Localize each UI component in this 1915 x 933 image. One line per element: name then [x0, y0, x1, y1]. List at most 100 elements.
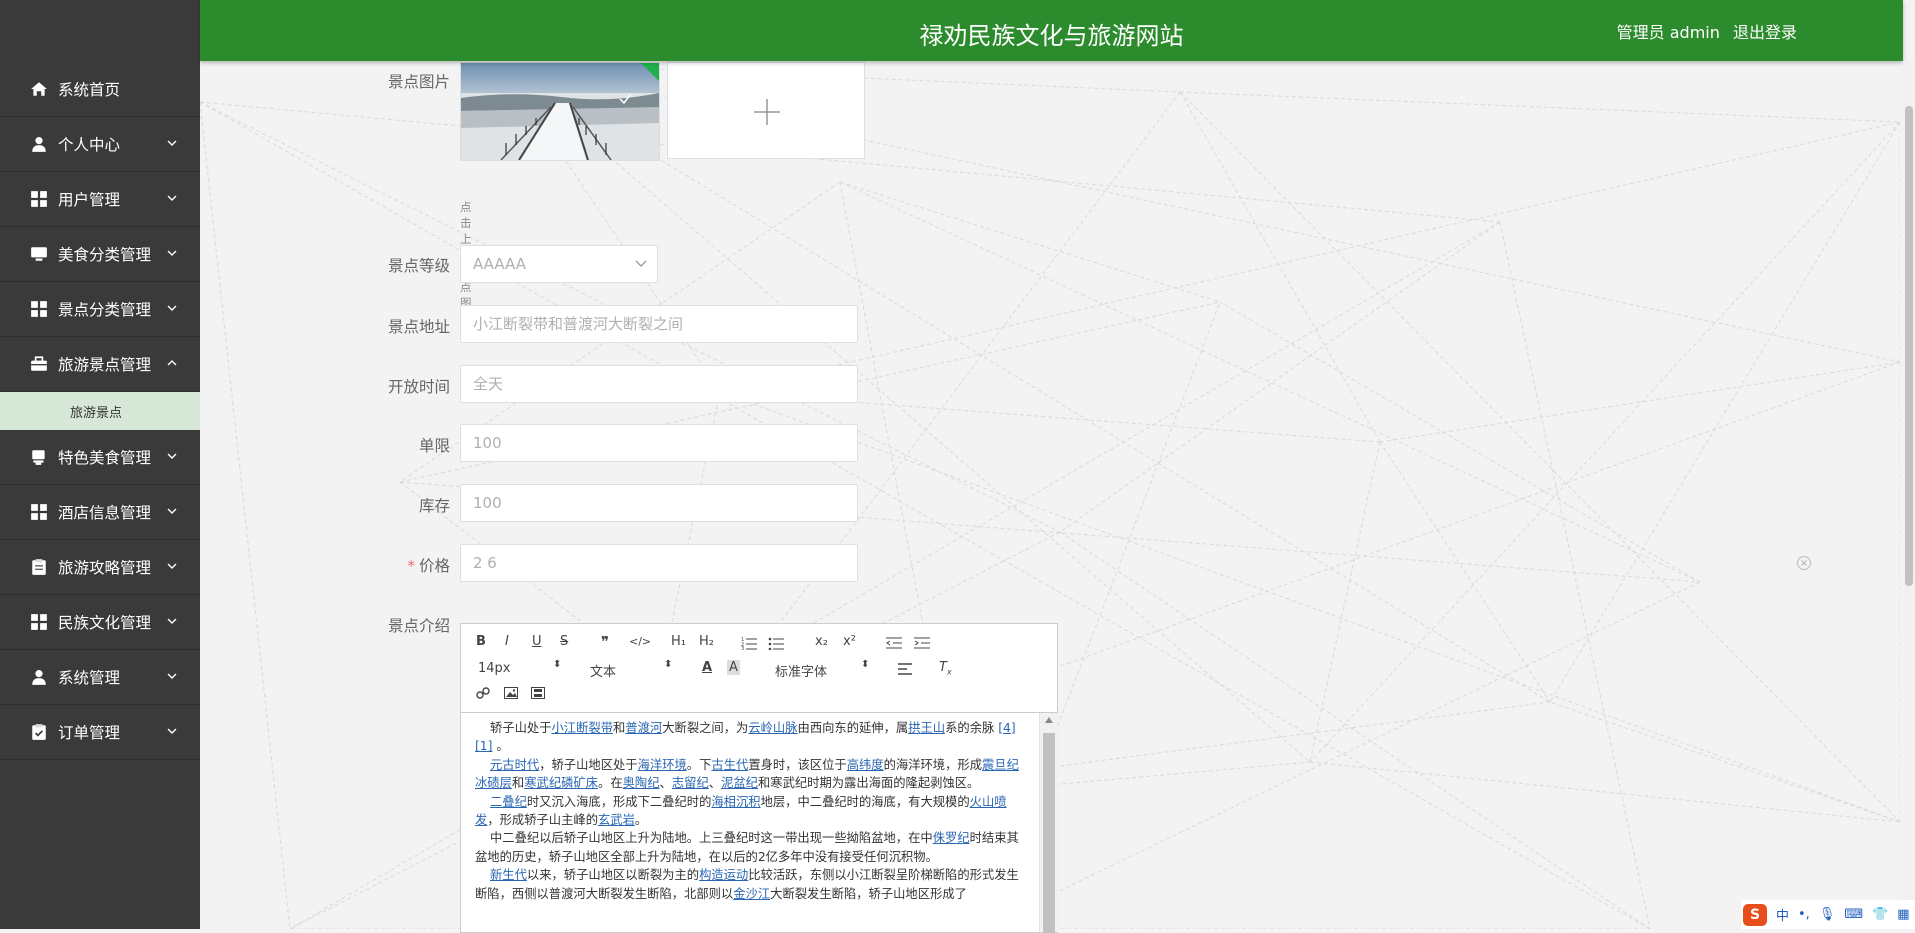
ime-language[interactable]: 中 [1776, 905, 1789, 924]
superscript-button[interactable]: x² [843, 634, 856, 649]
sogou-logo-icon[interactable]: S [1743, 903, 1767, 926]
microphone-icon[interactable]: 🎙 [1819, 907, 1836, 922]
editor-link[interactable]: 云岭山脉 [748, 721, 797, 735]
editor-link[interactable]: 普渡河 [625, 721, 662, 735]
sidebar-item-4[interactable]: 景点分类管理 [0, 282, 200, 337]
sidebar-item-label: 用户管理 [58, 191, 121, 209]
cup-icon [32, 450, 45, 465]
editor-paragraph: 轿子山处于小江断裂带和普渡河大断裂之间，为云岭山脉由西向东的延伸，属拱王山系的余… [475, 719, 1025, 756]
editor-link[interactable]: 高纬度 [847, 758, 884, 772]
limit-input[interactable]: 100 [460, 424, 858, 462]
editor-scroll-thumb[interactable] [1043, 733, 1055, 933]
editor-link[interactable]: 玄武岩 [598, 813, 635, 827]
plus-icon [754, 99, 780, 125]
outdent-icon[interactable] [886, 636, 902, 650]
stock-input[interactable]: 100 [460, 484, 858, 522]
sidebar-item-7[interactable]: 酒店信息管理 [0, 485, 200, 540]
sidebar-item-label: 系统首页 [58, 81, 121, 99]
page-scrollbar[interactable] [1903, 61, 1915, 929]
font-size-select[interactable]: 14px [478, 661, 511, 676]
level-select[interactable]: AAAAA [460, 245, 658, 283]
background-line [839, 181, 1221, 303]
editor-link[interactable]: 构造运动 [699, 868, 748, 882]
editor-link[interactable]: 寒武纪磷矿床 [524, 776, 598, 790]
sidebar-item-3[interactable]: 美食分类管理 [0, 227, 200, 282]
open-time-input[interactable]: 全天 [460, 365, 858, 403]
block-format-select[interactable]: 文本 [590, 661, 616, 680]
clear-format-icon[interactable]: Tx [939, 660, 952, 677]
image-icon[interactable] [504, 687, 518, 699]
bullet-list-icon[interactable] [768, 636, 784, 650]
editor-link[interactable]: 古生代 [711, 758, 748, 772]
editor-toolbar: B I U S ❞ </> H₁ H₂ 123 x₂ x² 14px ⬍ 文本 … [461, 624, 1057, 713]
editor-content[interactable]: 轿子山处于小江断裂带和普渡河大断裂之间，为云岭山脉由西向东的延伸，属拱王山系的余… [461, 713, 1039, 933]
indent-icon[interactable] [914, 636, 930, 650]
sidebar-item-label: 景点分类管理 [58, 301, 152, 319]
grid-icon [31, 614, 47, 630]
code-button[interactable]: </> [629, 635, 651, 648]
editor-link[interactable]: 拱王山 [908, 721, 945, 735]
quote-button[interactable]: ❞ [601, 633, 609, 651]
background-line [979, 581, 1701, 929]
h1-button[interactable]: H₁ [671, 634, 686, 649]
sidebar-item-8[interactable]: 旅游攻略管理 [0, 540, 200, 595]
editor-link[interactable]: 泥盆纪 [721, 776, 758, 790]
editor-link[interactable]: 二叠纪 [490, 795, 527, 809]
uploaded-image-thumbnail[interactable] [460, 62, 660, 161]
video-icon[interactable] [531, 687, 545, 699]
page-scroll-thumb[interactable] [1905, 106, 1913, 586]
admin-user-label: 管理员 admin [1616, 23, 1720, 42]
editor-link[interactable]: 侏罗纪 [933, 831, 970, 845]
italic-button[interactable]: I [505, 634, 509, 649]
editor-scrollbar[interactable] [1039, 713, 1058, 933]
font-color-icon[interactable]: A [702, 660, 712, 675]
ordered-list-icon[interactable]: 123 [741, 636, 757, 650]
sidebar-item-9[interactable]: 民族文化管理 [0, 595, 200, 650]
h2-button[interactable]: H₂ [699, 634, 714, 649]
sidebar-item-10[interactable]: 系统管理 [0, 650, 200, 705]
submenu-item-attractions[interactable]: 旅游景点 [0, 392, 200, 430]
logout-link[interactable]: 退出登录 [1733, 23, 1797, 42]
editor-link[interactable]: 小江断裂带 [552, 721, 614, 735]
snowy-boardwalk-image [461, 63, 659, 160]
keyboard-icon[interactable]: ⌨ [1844, 907, 1863, 922]
subscript-button[interactable]: x₂ [815, 634, 828, 649]
editor-link[interactable]: 海相沉积 [711, 795, 760, 809]
editor-link[interactable]: 志留纪 [672, 776, 709, 790]
editor-link[interactable]: 新生代 [490, 868, 527, 882]
intro-label: 景点介绍 [387, 617, 450, 635]
toolbox-icon[interactable]: ▦ [1897, 907, 1909, 922]
chevron-down-icon [167, 250, 177, 256]
punctuation-icon[interactable]: •, [1798, 907, 1810, 922]
strike-button[interactable]: S [560, 634, 568, 649]
address-input[interactable]: 小江断裂带和普渡河大断裂之间 [460, 305, 858, 343]
editor-link[interactable]: [4] [998, 721, 1015, 735]
chevron-up-icon [167, 360, 177, 366]
sidebar-item-0[interactable]: 系统首页 [0, 62, 200, 117]
background-color-icon[interactable]: A [727, 660, 740, 675]
editor-text: 。 [492, 739, 509, 754]
editor-link[interactable]: 海洋环境 [638, 758, 687, 772]
font-family-select[interactable]: 标准字体 [775, 661, 827, 680]
image-upload-box[interactable] [667, 62, 865, 159]
sidebar-item-1[interactable]: 个人中心 [0, 117, 200, 172]
editor-link[interactable]: 奥陶纪 [623, 776, 660, 790]
open-time-label: 开放时间 [387, 378, 450, 396]
bold-button[interactable]: B [476, 634, 486, 649]
level-select-value: AAAAA [473, 255, 526, 273]
price-input[interactable]: 2 6 [460, 544, 858, 582]
editor-link[interactable]: 元古时代 [490, 758, 539, 772]
close-circle-icon[interactable]: × [1797, 556, 1811, 570]
skin-icon[interactable]: 👕 [1872, 907, 1888, 922]
editor-link[interactable]: [1] [475, 739, 492, 753]
sidebar-item-6[interactable]: 特色美食管理 [0, 430, 200, 485]
underline-button[interactable]: U [532, 634, 542, 649]
sidebar-item-5[interactable]: 旅游景点管理 [0, 337, 200, 392]
editor-link[interactable]: 金沙江 [733, 887, 770, 901]
scroll-up-icon[interactable] [1045, 717, 1053, 723]
sidebar-item-2[interactable]: 用户管理 [0, 172, 200, 227]
link-icon[interactable] [476, 686, 490, 700]
sidebar-item-11[interactable]: 订单管理 [0, 705, 200, 760]
align-icon[interactable] [898, 663, 912, 675]
background-line [839, 181, 1701, 583]
